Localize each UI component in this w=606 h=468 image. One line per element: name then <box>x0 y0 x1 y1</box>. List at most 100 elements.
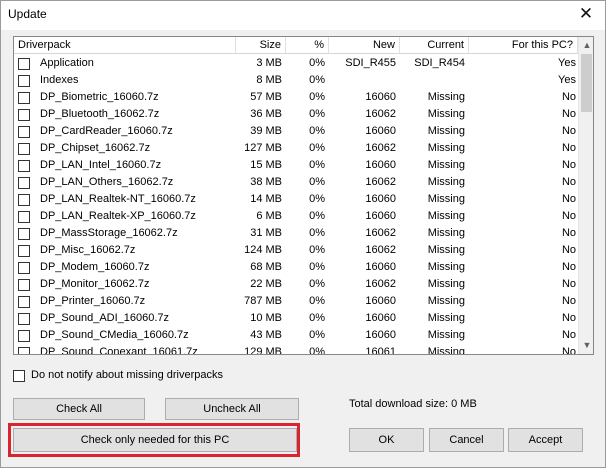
cancel-button[interactable]: Cancel <box>429 428 504 452</box>
cell-current: Missing <box>427 329 465 341</box>
accept-button[interactable]: Accept <box>508 428 583 452</box>
cell-new: 16060 <box>365 210 396 222</box>
cell-size: 57 MB <box>250 91 282 103</box>
row-checkbox[interactable] <box>18 211 30 223</box>
vertical-scrollbar[interactable]: ▲ ▼ <box>578 37 593 354</box>
row-checkbox[interactable] <box>18 347 30 354</box>
cell-name: DP_Bluetooth_16062.7z <box>40 108 160 120</box>
table-row[interactable]: DP_Chipset_16062.7z 127 MB 0% 16062 Missing N… <box>14 140 578 157</box>
column-header-size[interactable]: Size <box>236 37 286 54</box>
cell-name: DP_CardReader_16060.7z <box>40 125 173 137</box>
cell-new: 16062 <box>365 227 396 239</box>
cell-name: DP_Monitor_16062.7z <box>40 278 150 290</box>
cell-for_pc: No <box>561 125 576 137</box>
cell-size: 15 MB <box>250 159 282 171</box>
cell-percent: 0% <box>309 278 325 290</box>
cell-new: 16060 <box>365 329 396 341</box>
column-header-driverpack[interactable]: Driverpack <box>14 37 236 54</box>
row-checkbox[interactable] <box>18 330 30 342</box>
check-all-button[interactable]: Check All <box>13 398 145 420</box>
table-row[interactable]: DP_LAN_Realtek-NT_16060.7z 14 MB 0% 16060 Mi… <box>14 191 578 208</box>
cell-for_pc: No <box>561 295 576 307</box>
table-row[interactable]: Indexes 8 MB 0% Yes <box>14 72 578 89</box>
cell-percent: 0% <box>309 295 325 307</box>
close-icon[interactable]: ✕ <box>573 3 599 25</box>
table-row[interactable]: DP_MassStorage_16062.7z 31 MB 0% 16062 Missi… <box>14 225 578 242</box>
table-row[interactable]: DP_Sound_ADI_16060.7z 10 MB 0% 16060 Missing… <box>14 310 578 327</box>
chevron-down-icon[interactable]: ▼ <box>579 337 593 353</box>
scrollbar-thumb[interactable] <box>581 54 592 112</box>
row-checkbox[interactable] <box>18 279 30 291</box>
cell-name: DP_LAN_Realtek-XP_16060.7z <box>40 210 196 222</box>
table-row[interactable]: DP_Misc_16062.7z 124 MB 0% 16062 Missing No <box>14 242 578 259</box>
cell-new: 16060 <box>365 91 396 103</box>
column-header-for_pc[interactable]: For this PC? <box>469 37 578 54</box>
table-row[interactable]: DP_Sound_CMedia_16060.7z 43 MB 0% 16060 Miss… <box>14 327 578 344</box>
chevron-up-icon[interactable]: ▲ <box>579 37 593 53</box>
cell-current: Missing <box>427 278 465 290</box>
cell-for_pc: No <box>561 91 576 103</box>
cell-current: Missing <box>427 227 465 239</box>
notify-checkbox[interactable] <box>13 370 25 382</box>
cell-percent: 0% <box>309 159 325 171</box>
row-checkbox[interactable] <box>18 245 30 257</box>
row-checkbox[interactable] <box>18 262 30 274</box>
table-row[interactable]: DP_CardReader_16060.7z 39 MB 0% 16060 Missin… <box>14 123 578 140</box>
row-checkbox[interactable] <box>18 296 30 308</box>
table-row[interactable]: DP_LAN_Intel_16060.7z 15 MB 0% 16060 Missing… <box>14 157 578 174</box>
cell-percent: 0% <box>309 193 325 205</box>
cell-size: 129 MB <box>244 346 282 355</box>
row-checkbox[interactable] <box>18 313 30 325</box>
column-header-new[interactable]: New <box>329 37 400 54</box>
ok-button[interactable]: OK <box>349 428 424 452</box>
cell-for_pc: No <box>561 278 576 290</box>
cell-for_pc: No <box>561 108 576 120</box>
cell-for_pc: No <box>561 227 576 239</box>
row-checkbox[interactable] <box>18 92 30 104</box>
cell-size: 127 MB <box>244 142 282 154</box>
row-checkbox[interactable] <box>18 177 30 189</box>
cell-size: 787 MB <box>244 295 282 307</box>
row-checkbox[interactable] <box>18 160 30 172</box>
check-needed-button[interactable]: Check only needed for this PC <box>13 428 297 452</box>
table-row[interactable]: Application 3 MB 0% SDI_R455 SDI_R454 Yes <box>14 55 578 72</box>
cell-for_pc: No <box>561 159 576 171</box>
row-checkbox[interactable] <box>18 143 30 155</box>
table-row[interactable]: DP_Monitor_16062.7z 22 MB 0% 16062 Missing No <box>14 276 578 293</box>
cell-name: DP_MassStorage_16062.7z <box>40 227 178 239</box>
table-row[interactable]: DP_LAN_Others_16062.7z 38 MB 0% 16062 Missin… <box>14 174 578 191</box>
title-bar: Update ✕ <box>1 1 605 30</box>
row-checkbox[interactable] <box>18 126 30 138</box>
column-header-percent[interactable]: % <box>286 37 329 54</box>
cell-percent: 0% <box>309 57 325 69</box>
notify-label: Do not notify about missing driverpacks <box>31 369 223 381</box>
row-checkbox[interactable] <box>18 75 30 87</box>
cell-name: Indexes <box>40 74 79 86</box>
cell-current: Missing <box>427 295 465 307</box>
table-row[interactable]: DP_Printer_16060.7z 787 MB 0% 16060 Missing N… <box>14 293 578 310</box>
cell-size: 6 MB <box>256 210 282 222</box>
cell-size: 124 MB <box>244 244 282 256</box>
column-header-current[interactable]: Current <box>400 37 469 54</box>
cell-size: 14 MB <box>250 193 282 205</box>
driverpack-list[interactable]: Driverpack Size% New Current For this PC? Ap… <box>13 36 594 355</box>
row-checkbox[interactable] <box>18 109 30 121</box>
cell-for_pc: No <box>561 142 576 154</box>
row-checkbox[interactable] <box>18 194 30 206</box>
cell-for_pc: No <box>561 346 576 355</box>
cell-current: Missing <box>427 346 465 355</box>
cell-size: 3 MB <box>256 57 282 69</box>
table-row[interactable]: DP_Modem_16060.7z 68 MB 0% 16060 Missing No <box>14 259 578 276</box>
table-row[interactable]: DP_Sound_Conexant_16061.7z 129 MB 0% 16061 M… <box>14 344 578 355</box>
table-row[interactable]: DP_Biometric_16060.7z 57 MB 0% 16060 Missing… <box>14 89 578 106</box>
cell-name: DP_Sound_CMedia_16060.7z <box>40 329 189 341</box>
table-row[interactable]: DP_LAN_Realtek-XP_16060.7z 6 MB 0% 16060 Mis… <box>14 208 578 225</box>
cell-new: SDI_R455 <box>345 57 396 69</box>
cell-percent: 0% <box>309 108 325 120</box>
row-checkbox[interactable] <box>18 228 30 240</box>
uncheck-all-button[interactable]: Uncheck All <box>165 398 299 420</box>
cell-size: 39 MB <box>250 125 282 137</box>
row-checkbox[interactable] <box>18 58 30 70</box>
list-header: Driverpack Size% New Current For this PC? <box>14 37 578 54</box>
table-row[interactable]: DP_Bluetooth_16062.7z 36 MB 0% 16062 Missing… <box>14 106 578 123</box>
